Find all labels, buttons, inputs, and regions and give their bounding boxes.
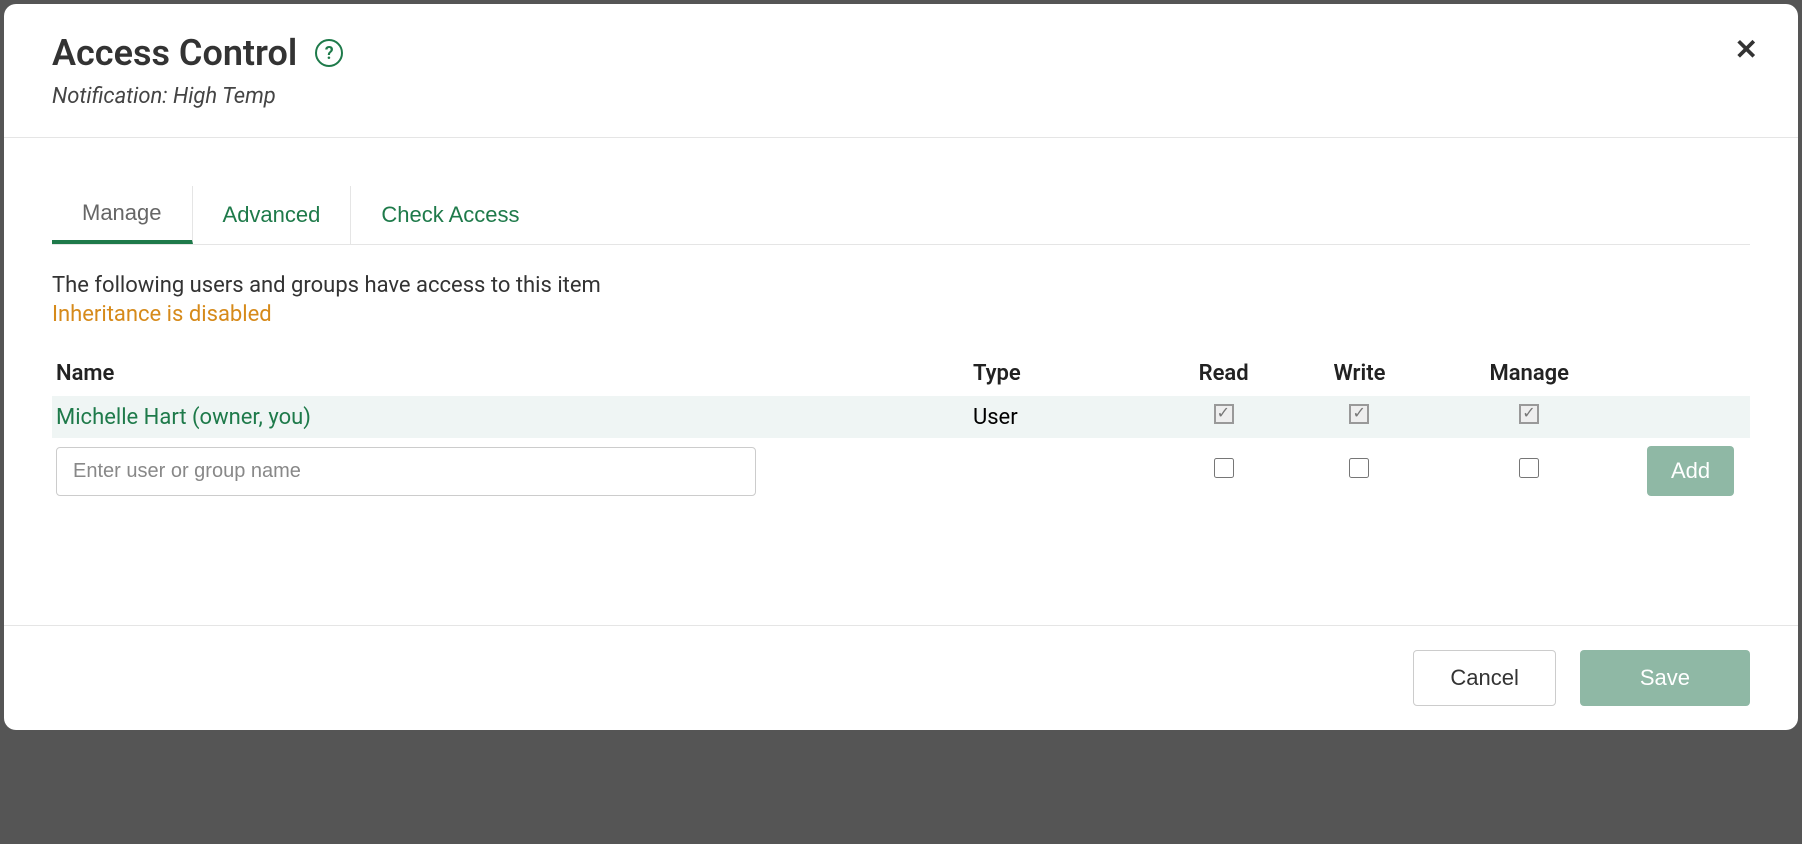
table-header-row: Name Type Read Write Manage xyxy=(52,351,1750,396)
info-block: The following users and groups have acce… xyxy=(52,273,1750,327)
tab-advanced[interactable]: Advanced xyxy=(193,186,352,244)
table-row-add: Add xyxy=(52,438,1750,504)
save-button[interactable]: Save xyxy=(1580,650,1750,706)
add-type-cell xyxy=(969,438,1156,504)
modal-body: Manage Advanced Check Access The followi… xyxy=(4,138,1798,625)
checkbox-read-locked-icon xyxy=(1214,404,1234,424)
info-description: The following users and groups have acce… xyxy=(52,273,1750,298)
add-manage-cell xyxy=(1427,438,1631,504)
tab-manage[interactable]: Manage xyxy=(52,186,193,244)
access-table: Name Type Read Write Manage Michelle Har… xyxy=(52,351,1750,504)
inheritance-warning: Inheritance is disabled xyxy=(52,302,1750,327)
add-read-cell xyxy=(1156,438,1292,504)
help-icon[interactable]: ? xyxy=(315,39,343,67)
title-row: Access Control ? xyxy=(52,32,1750,74)
checkbox-write[interactable] xyxy=(1349,458,1369,478)
tab-check-access[interactable]: Check Access xyxy=(351,186,549,244)
checkbox-read[interactable] xyxy=(1214,458,1234,478)
access-control-modal: Access Control ? Notification: High Temp… xyxy=(4,4,1798,730)
add-action-cell: Add xyxy=(1631,438,1750,504)
modal-subtitle: Notification: High Temp xyxy=(52,84,1750,109)
close-button[interactable]: ✕ xyxy=(1735,36,1758,64)
row-type: User xyxy=(969,396,1156,438)
checkbox-manage[interactable] xyxy=(1519,458,1539,478)
modal-header: Access Control ? Notification: High Temp… xyxy=(4,4,1798,138)
add-name-cell xyxy=(52,438,969,504)
row-name: Michelle Hart (owner, you) xyxy=(52,396,969,438)
modal-title: Access Control xyxy=(52,32,297,74)
checkbox-write-locked-icon xyxy=(1349,404,1369,424)
add-button[interactable]: Add xyxy=(1647,446,1734,496)
header-type: Type xyxy=(969,351,1156,396)
header-read: Read xyxy=(1156,351,1292,396)
user-group-input[interactable] xyxy=(56,447,756,496)
tabs: Manage Advanced Check Access xyxy=(52,186,1750,245)
row-read-cell xyxy=(1156,396,1292,438)
header-name: Name xyxy=(52,351,969,396)
row-action-cell xyxy=(1631,396,1750,438)
header-action xyxy=(1631,351,1750,396)
checkbox-manage-locked-icon xyxy=(1519,404,1539,424)
header-write: Write xyxy=(1292,351,1428,396)
table-row-owner: Michelle Hart (owner, you) User xyxy=(52,396,1750,438)
close-icon: ✕ xyxy=(1735,34,1758,65)
header-manage: Manage xyxy=(1427,351,1631,396)
row-manage-cell xyxy=(1427,396,1631,438)
row-write-cell xyxy=(1292,396,1428,438)
cancel-button[interactable]: Cancel xyxy=(1413,650,1555,706)
add-write-cell xyxy=(1292,438,1428,504)
modal-footer: Cancel Save xyxy=(4,625,1798,730)
